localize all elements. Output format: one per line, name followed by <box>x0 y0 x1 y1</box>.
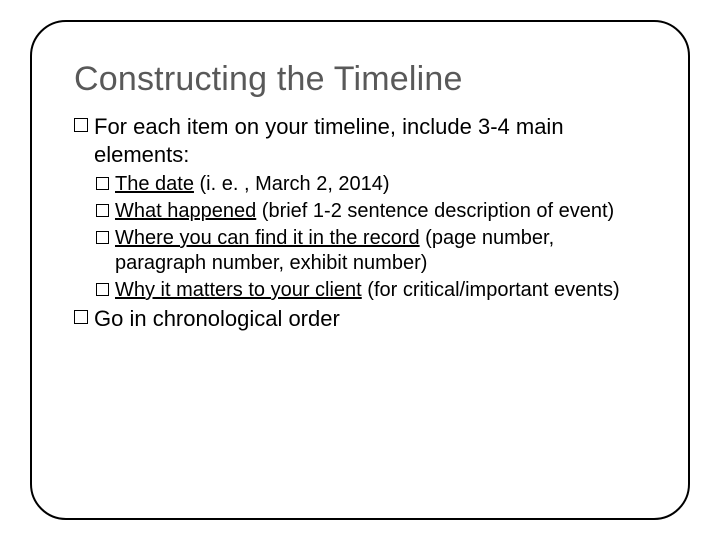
underline-text: Where you can find it in the record <box>115 227 420 249</box>
underline-text: The date <box>115 173 194 195</box>
bullet-sub-3: Where you can find it in the record (pag… <box>96 226 646 276</box>
bullet-text: What happened (brief 1-2 sentence descri… <box>115 199 646 224</box>
checkbox-icon <box>96 177 109 190</box>
checkbox-icon <box>74 310 88 324</box>
checkbox-icon <box>74 118 88 132</box>
bullet-text: Where you can find it in the record (pag… <box>115 226 646 276</box>
bullet-main-2: Go in chronological order <box>74 305 646 333</box>
underline-text: What happened <box>115 200 256 222</box>
plain-text: (brief 1-2 sentence description of event… <box>256 200 614 222</box>
bullet-text: For each item on your timeline, include … <box>94 113 646 168</box>
bullet-sub-1: The date (i. e. , March 2, 2014) <box>96 172 646 197</box>
slide-title: Constructing the Timeline <box>74 60 646 99</box>
slide-frame: Constructing the Timeline For each item … <box>0 0 720 540</box>
plain-text: (for critical/important events) <box>362 279 620 301</box>
checkbox-icon <box>96 231 109 244</box>
bullet-text: The date (i. e. , March 2, 2014) <box>115 172 646 197</box>
bullet-text: Why it matters to your client (for criti… <box>115 278 646 303</box>
bullet-sub-2: What happened (brief 1-2 sentence descri… <box>96 199 646 224</box>
plain-text: (i. e. , March 2, 2014) <box>194 173 390 195</box>
checkbox-icon <box>96 204 109 217</box>
slide-content: Constructing the Timeline For each item … <box>30 20 690 520</box>
bullet-sub-4: Why it matters to your client (for criti… <box>96 278 646 303</box>
bullet-text: Go in chronological order <box>94 305 646 333</box>
underline-text: Why it matters to your client <box>115 279 362 301</box>
bullet-main-1: For each item on your timeline, include … <box>74 113 646 168</box>
checkbox-icon <box>96 283 109 296</box>
